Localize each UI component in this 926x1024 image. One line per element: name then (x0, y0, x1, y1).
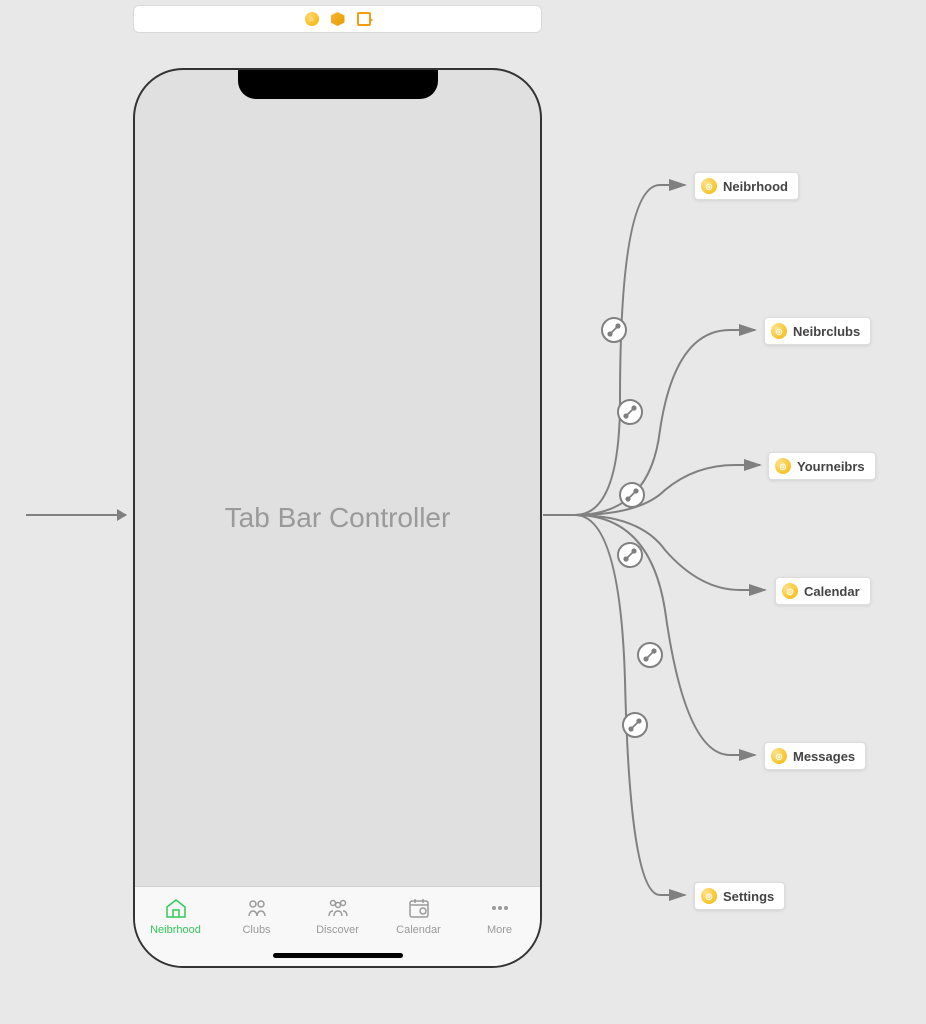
dest-label: Messages (793, 749, 855, 764)
dest-label: Neibrhood (723, 179, 788, 194)
dest-label: Yourneibrs (797, 459, 865, 474)
clubs-icon (244, 895, 270, 921)
tab-label: Neibrhood (150, 924, 201, 936)
tab-more[interactable]: More (459, 895, 540, 936)
dest-neibrclubs[interactable]: ◎ Neibrclubs (764, 317, 871, 345)
dest-neibrhood[interactable]: ◎ Neibrhood (694, 172, 799, 200)
entry-arrow (26, 514, 126, 516)
house-icon (163, 895, 189, 921)
dest-messages[interactable]: ◎ Messages (764, 742, 866, 770)
storyboard-ref-icon: ◎ (701, 178, 717, 194)
more-icon (487, 895, 513, 921)
tab-label: Calendar (396, 924, 441, 936)
storyboard-ref-icon: ◎ (771, 748, 787, 764)
tab-label: Discover (316, 924, 359, 936)
scene-title: Tab Bar Controller (135, 70, 540, 966)
storyboard-ref-icon: ◎ (771, 323, 787, 339)
tab-label: Clubs (242, 924, 270, 936)
phone-frame: Tab Bar Controller Neibrhood Clubs (133, 68, 542, 968)
tab-discover[interactable]: Discover (297, 895, 378, 936)
exit-icon[interactable] (356, 11, 372, 27)
dest-settings[interactable]: ◎ Settings (694, 882, 785, 910)
home-icon[interactable]: ⌂ (304, 11, 320, 27)
home-indicator (273, 953, 403, 958)
storyboard-ref-icon: ◎ (701, 888, 717, 904)
scene-toolbar: ⌂ (133, 5, 542, 33)
cube-icon[interactable] (330, 11, 346, 27)
dest-calendar[interactable]: ◎ Calendar (775, 577, 871, 605)
tab-label: More (487, 924, 512, 936)
storyboard-ref-icon: ◎ (775, 458, 791, 474)
dest-label: Settings (723, 889, 774, 904)
tab-clubs[interactable]: Clubs (216, 895, 297, 936)
storyboard-ref-icon: ◎ (782, 583, 798, 599)
tab-calendar[interactable]: Calendar (378, 895, 459, 936)
dest-yourneibrs[interactable]: ◎ Yourneibrs (768, 452, 876, 480)
dest-label: Neibrclubs (793, 324, 860, 339)
calendar-icon (406, 895, 432, 921)
tab-neibrhood[interactable]: Neibrhood (135, 895, 216, 936)
dest-label: Calendar (804, 584, 860, 599)
discover-icon (325, 895, 351, 921)
